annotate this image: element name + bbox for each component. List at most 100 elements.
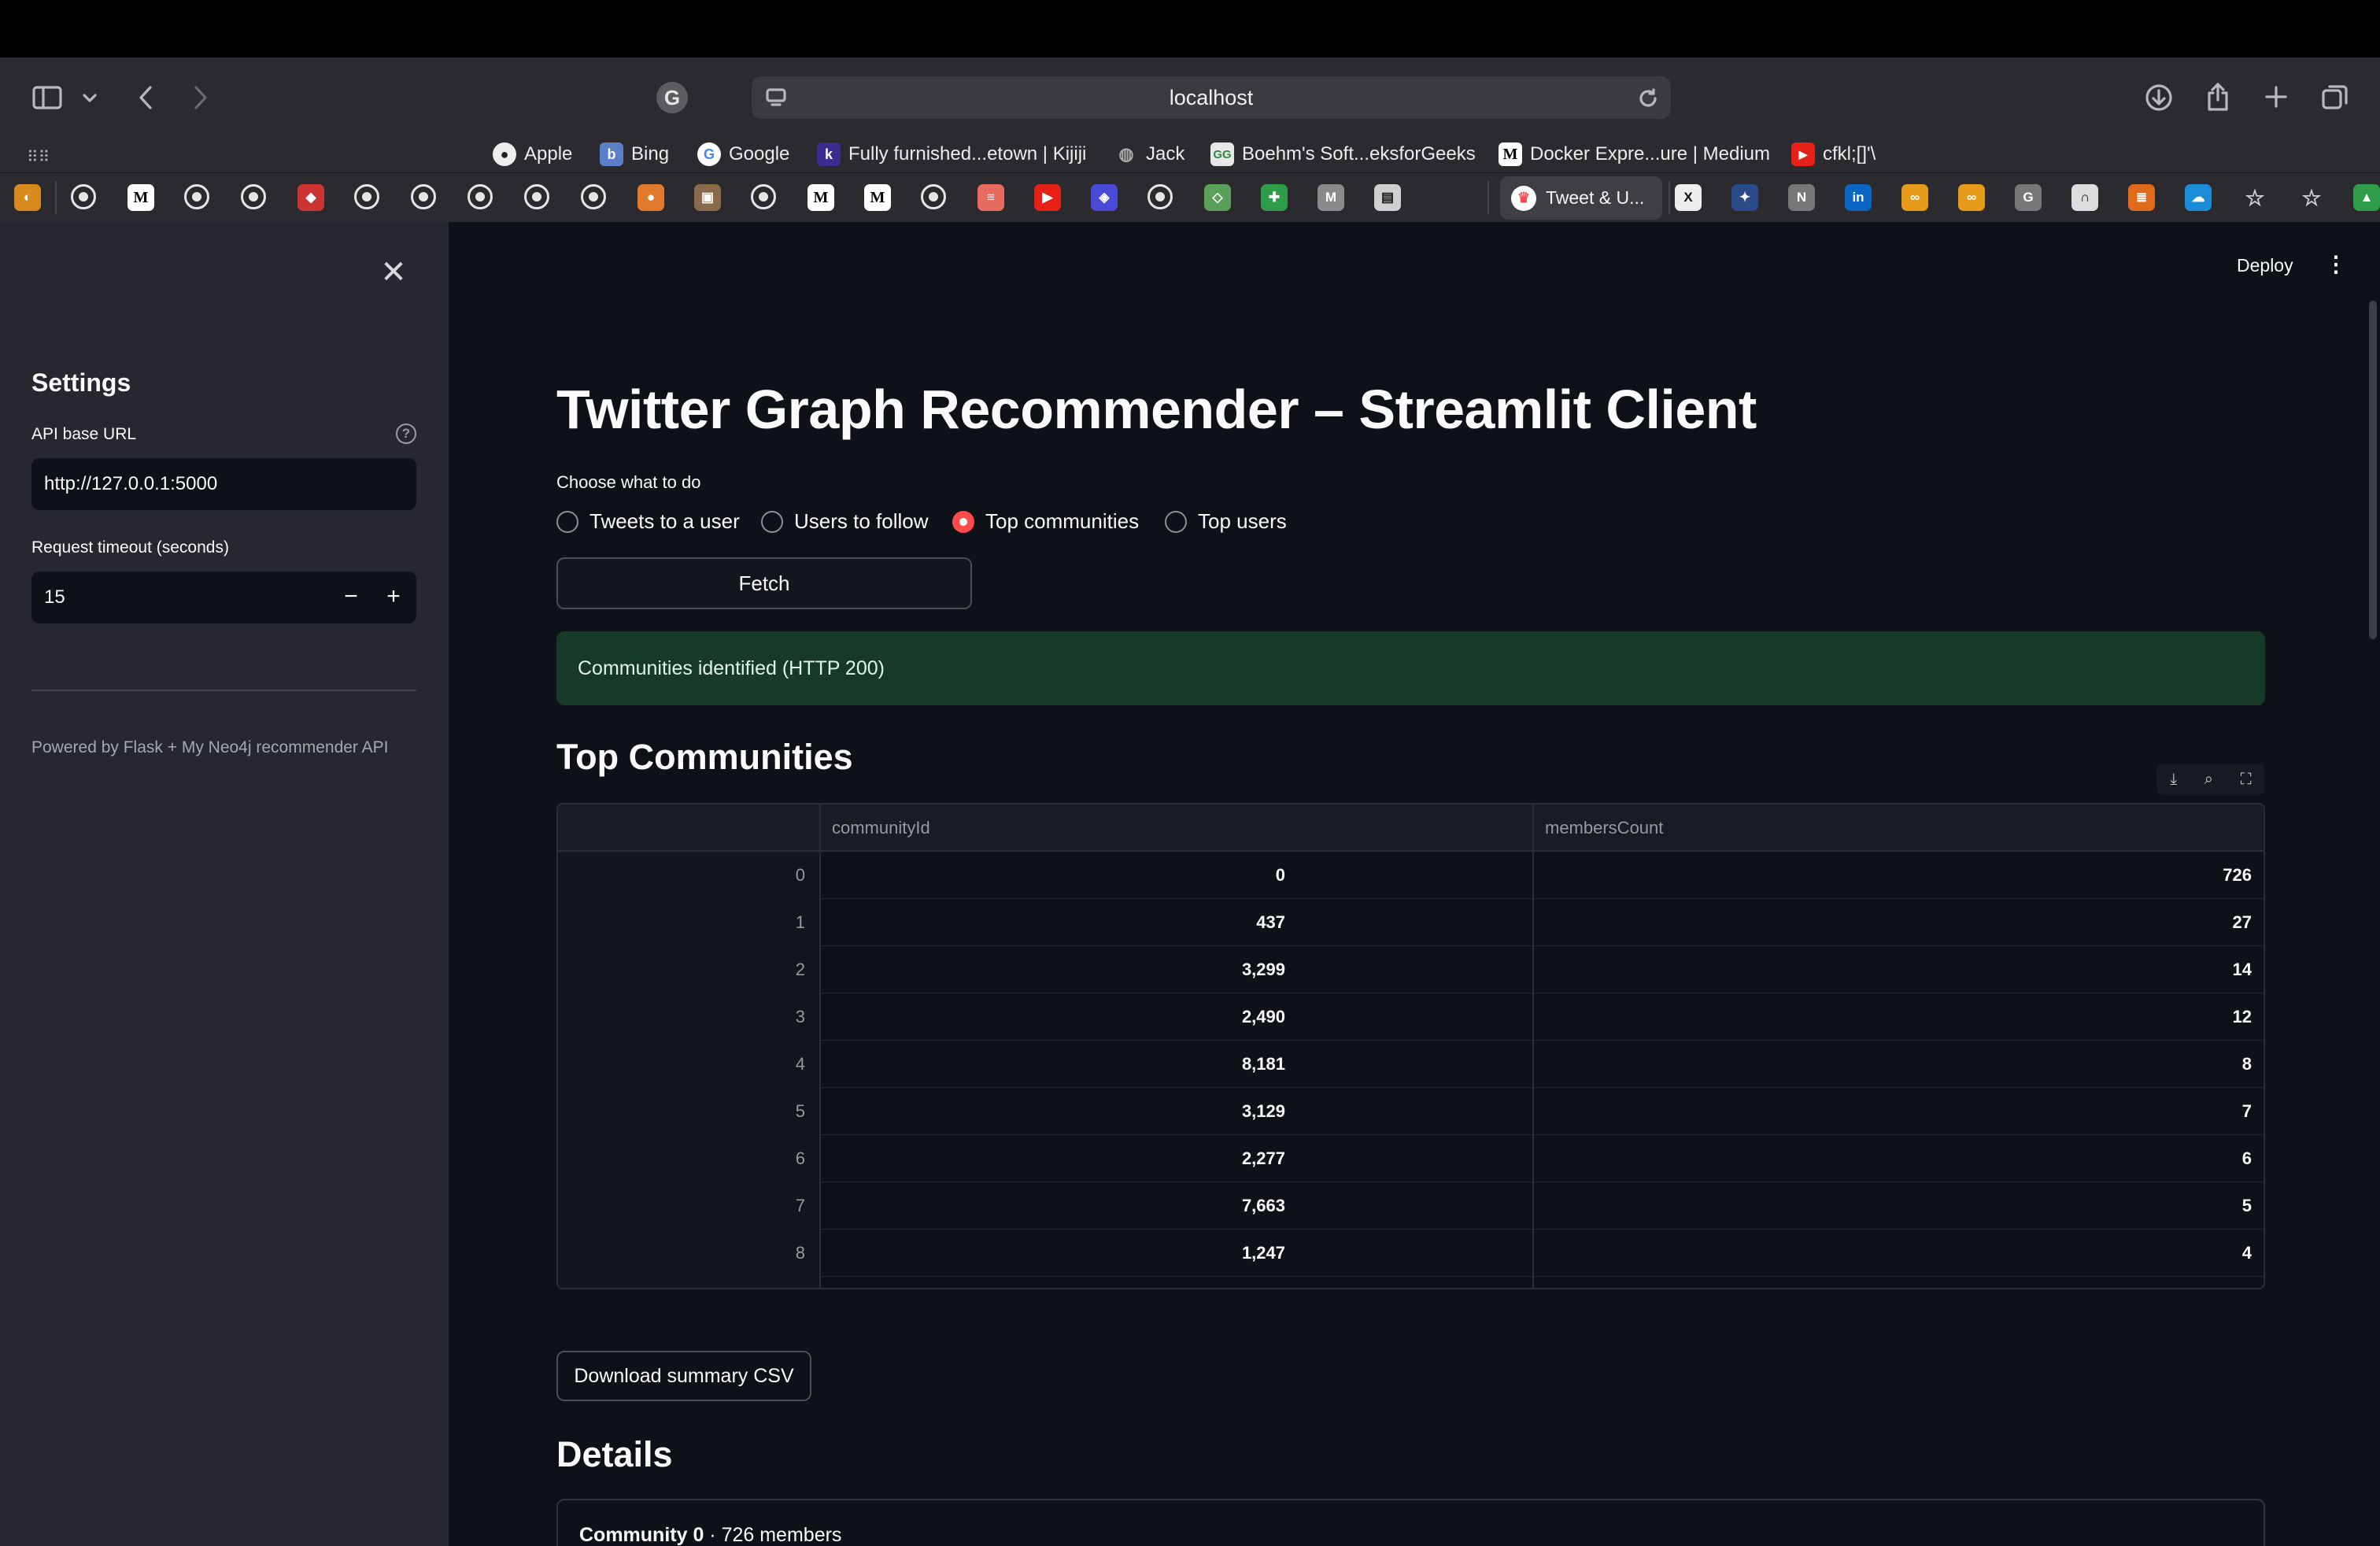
column-header-community-id[interactable]: communityId [821,804,930,852]
table-row[interactable]: 2 3,299 14 [558,946,2264,993]
fullscreen-icon[interactable]: ⛶ [2241,771,2252,789]
scrollbar[interactable] [2369,301,2377,639]
pinned-tab-icon[interactable]: ≡ [978,184,1004,211]
fetch-button[interactable]: Fetch [556,557,972,609]
table-row[interactable]: 1 437 27 [558,899,2264,946]
pinned-tab-icon[interactable]: in [1845,184,1872,211]
community-id-cell[interactable]: 3,129 [821,1088,1285,1135]
pinned-tab-icon[interactable]: ▶ [1034,184,1061,211]
favorite-google[interactable]: G Google [697,141,789,168]
community-id-cell[interactable]: 7,663 [821,1182,1285,1230]
community-id-cell[interactable]: 3,299 [821,946,1285,993]
pinned-tab-icon[interactable] [751,184,776,209]
address-bar[interactable]: localhost [752,76,1671,119]
members-count-cell[interactable]: 27 [1534,899,2252,946]
deploy-button[interactable]: Deploy [2237,255,2293,276]
pinned-tab-icon[interactable]: ◇ [1204,184,1231,211]
grammarly-icon[interactable]: G [656,82,688,113]
row-index-cell[interactable]: 2 [558,946,808,993]
favorite-medium[interactable]: M Docker Expre...ure | Medium [1499,141,1770,168]
members-count-cell[interactable]: 726 [1534,852,2252,899]
members-count-cell[interactable]: 5 [1534,1182,2252,1230]
tab-overview-icon[interactable] [2320,83,2350,111]
forward-icon[interactable] [189,84,213,111]
row-index-cell[interactable]: 3 [558,993,808,1041]
sidebar-toggle-icon[interactable] [31,86,63,109]
row-index-cell[interactable]: 5 [558,1088,808,1135]
members-count-cell[interactable]: 4 [1534,1277,2252,1288]
pinned-tab-icon[interactable]: ☁ [2185,184,2212,211]
favorite-youtube[interactable]: ▶ cfkl;[]'\ [1791,141,1876,168]
pinned-tab-icon[interactable] [581,184,606,209]
new-tab-icon[interactable] [2262,83,2290,111]
pinned-tab-icon[interactable]: G [2015,184,2042,211]
tab-active[interactable]: ♛ Tweet & U... [1500,176,1662,220]
favorite-apple[interactable]: ● Apple [493,141,572,168]
grid-icon[interactable]: ⠿⠿ [27,147,50,167]
details-expander[interactable]: Community 0 · 726 members [556,1499,2265,1546]
favorite-geeksforgeeks[interactable]: GG Boehm's Soft...eksforGeeks [1210,141,1476,168]
row-index-cell[interactable]: 7 [558,1182,808,1230]
row-index-cell[interactable]: 1 [558,899,808,946]
row-index-cell[interactable]: 8 [558,1230,808,1277]
table-row[interactable]: 3 2,490 12 [558,993,2264,1041]
favorite-bing[interactable]: b Bing [600,141,669,168]
community-id-cell[interactable]: 437 [821,899,1285,946]
favorite-jack[interactable]: ◍ Jack [1114,141,1184,168]
reload-icon[interactable] [1636,87,1660,110]
table-row[interactable]: 0 0 726 [558,852,2264,899]
communities-table[interactable]: communityId membersCount 0 0 726 1 437 27 2 3,2… [556,803,2265,1289]
community-id-cell[interactable]: 1,247 [821,1230,1285,1277]
pinned-tab-icon[interactable]: ∩ [2071,184,2098,211]
pinned-tab-icon[interactable]: ▤ [1374,184,1401,211]
pinned-tab-icon[interactable]: ≣ [2128,184,2155,211]
radio-users-to-follow[interactable]: Users to follow [761,509,929,534]
radio-tweets-to-user[interactable]: Tweets to a user [556,509,740,534]
pinned-tab-icon[interactable] [241,184,266,209]
members-count-cell[interactable]: 7 [1534,1088,2252,1135]
pinned-tab-icon[interactable]: ● [638,184,664,211]
community-id-cell[interactable]: 2,490 [821,993,1285,1041]
kebab-menu-icon[interactable]: ⋮ [2325,253,2347,276]
members-count-cell[interactable]: 4 [1534,1230,2252,1277]
radio-top-users[interactable]: Top users [1165,509,1287,534]
table-row[interactable]: 7 7,663 5 [558,1182,2264,1230]
pinned-tab-icon[interactable] [1148,184,1173,209]
row-index-cell[interactable]: 6 [558,1135,808,1182]
members-count-cell[interactable]: 8 [1534,1041,2252,1088]
pinned-tab-icon[interactable]: ✦ [1731,184,1758,211]
members-count-cell[interactable]: 6 [1534,1135,2252,1182]
table-row[interactable]: 9 797 4 [558,1277,2264,1288]
back-icon[interactable] [134,84,157,111]
pinned-tab-icon[interactable]: ☆ [2241,184,2268,211]
download-icon[interactable]: ⤓ [2170,771,2177,789]
search-icon[interactable]: ⌕ [2204,771,2213,789]
pinned-tab-icon[interactable]: ☆ [2298,184,2325,211]
pinned-tab-icon[interactable] [411,184,436,209]
table-row[interactable]: 5 3,129 7 [558,1088,2264,1135]
pinned-tab-icon[interactable]: X [1675,184,1702,211]
share-icon[interactable] [2204,81,2232,113]
help-icon[interactable]: ? [396,423,416,444]
pinned-tab-icon[interactable]: ∞ [1901,184,1928,211]
pinned-tab-icon[interactable]: ∞ [1958,184,1985,211]
decrement-button[interactable]: − [333,571,369,623]
table-row[interactable]: 8 1,247 4 [558,1230,2264,1277]
pinned-tab-icon[interactable]: ✚ [1261,184,1288,211]
pinned-tab-icon[interactable]: ▲ [2353,184,2380,211]
pinned-tab-icon[interactable]: ▣ [694,184,721,211]
members-count-cell[interactable]: 14 [1534,946,2252,993]
community-id-cell[interactable]: 0 [821,852,1285,899]
pinned-tab-icon[interactable]: M [864,184,891,211]
row-index-cell[interactable]: 9 [558,1277,808,1288]
pinned-tab-icon[interactable] [921,184,946,209]
pinned-tab-icon[interactable]: N [1788,184,1815,211]
download-csv-button[interactable]: Download summary CSV [556,1351,811,1401]
community-id-cell[interactable]: 797 [821,1277,1285,1288]
community-id-cell[interactable]: 2,277 [821,1135,1285,1182]
chevron-down-icon[interactable] [80,89,99,108]
downloads-icon[interactable] [2144,83,2174,113]
pinned-tab-icon[interactable] [71,184,96,209]
pinned-tab-icon[interactable] [468,184,493,209]
favorite-kijiji[interactable]: k Fully furnished...etown | Kijiji [817,141,1086,168]
